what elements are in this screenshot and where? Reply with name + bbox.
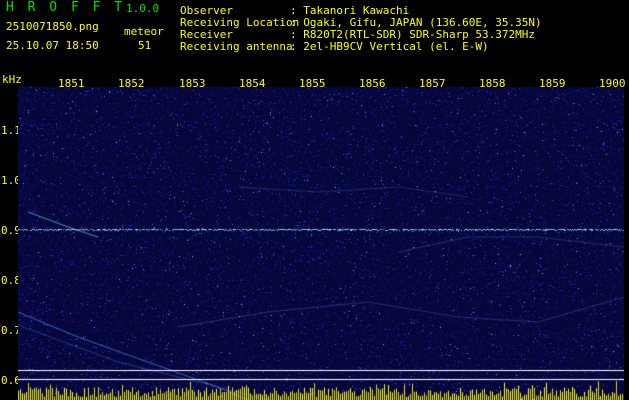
antenna-label: Receiving antenna — [180, 40, 293, 53]
header-panel: H R O F F T 1.0.0 2510071850.png meteor … — [0, 0, 629, 75]
date-time: 25.10.07 18:50 — [6, 39, 99, 52]
unit-label: kHz — [2, 73, 22, 86]
meteor-label: meteor — [124, 25, 164, 38]
app-version: 1.0.0 — [126, 2, 160, 15]
spectrogram-plot — [18, 87, 624, 400]
file-name: 2510071850.png — [6, 20, 99, 33]
app-title: H R O F F T — [6, 0, 126, 15]
antenna-value: : 2el-HB9CV Vertical (el. E-W) — [290, 40, 489, 53]
meteor-count: 51 — [138, 39, 152, 52]
